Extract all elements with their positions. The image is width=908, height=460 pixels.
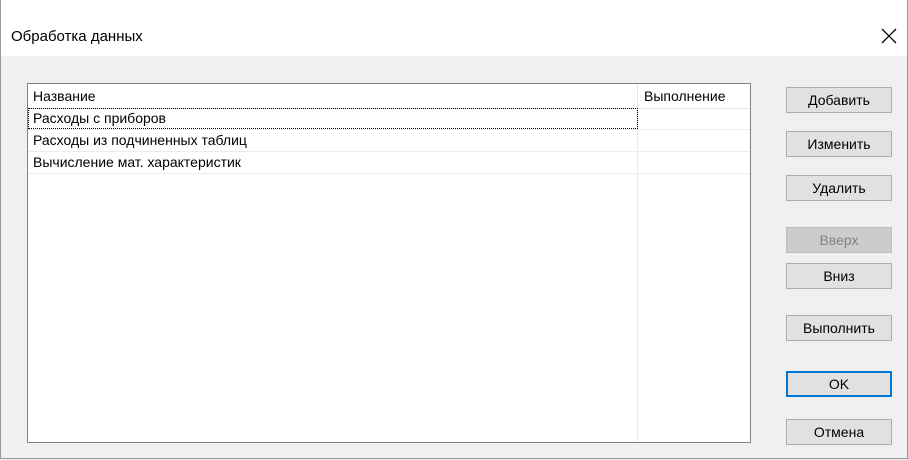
column-header-name[interactable]: Название [28,84,638,108]
row-name: Расходы с приборов [28,108,638,129]
processing-list[interactable]: Название Выполнение Расходы с приборов Р… [27,83,751,443]
cancel-button[interactable]: Отмена [786,419,892,445]
list-header: Название Выполнение [28,84,750,109]
title-bar: Обработка данных [1,0,907,56]
list-row[interactable]: Расходы из подчиненных таблиц [28,130,750,152]
move-down-button[interactable]: Вниз [786,263,892,289]
dialog-window: Обработка данных Название Выполнение Рас… [0,0,908,459]
ok-button[interactable]: OK [786,371,892,397]
edit-button[interactable]: Изменить [786,131,892,157]
close-button[interactable] [875,22,903,50]
row-execution [638,108,750,129]
delete-button[interactable]: Удалить [786,175,892,201]
move-up-button[interactable]: Вверх [786,227,892,253]
column-header-execution[interactable]: Выполнение [638,84,750,108]
close-icon [881,28,897,44]
list-row[interactable]: Расходы с приборов [28,108,750,130]
row-name: Вычисление мат. характеристик [33,154,241,170]
window-title: Обработка данных [11,28,143,45]
add-button[interactable]: Добавить [786,87,892,113]
row-execution [638,130,750,151]
row-name: Расходы из подчиненных таблиц [33,132,247,148]
row-execution [638,152,750,173]
run-button[interactable]: Выполнить [786,315,892,341]
list-row[interactable]: Вычисление мат. характеристик [28,152,750,174]
